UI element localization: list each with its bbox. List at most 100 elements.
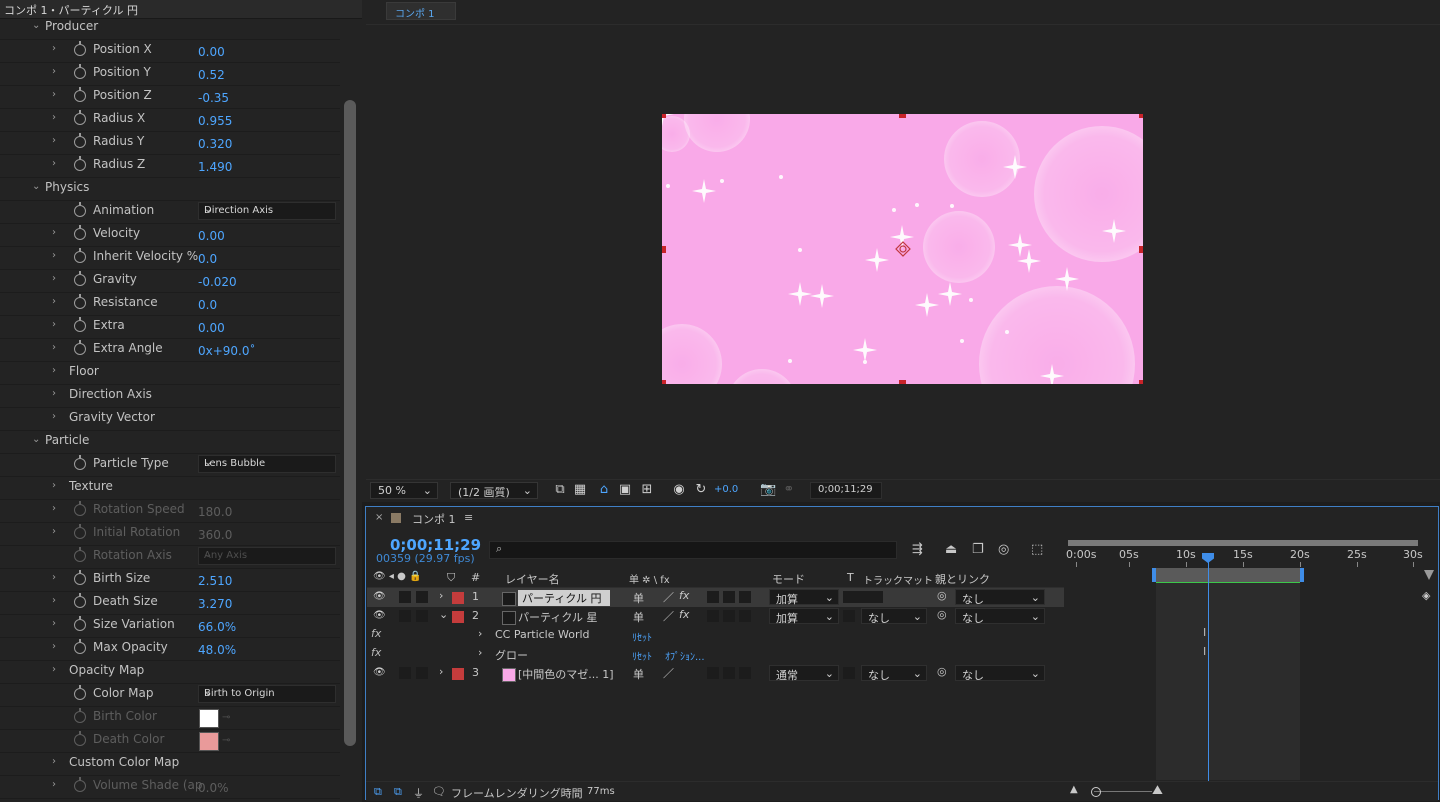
solo-switch[interactable] — [416, 610, 428, 622]
effect-row[interactable]: fx › グロー ﾘｾｯﾄ ｵﾌﾟｼｮﾝ... — [367, 645, 1064, 664]
property-row[interactable]: › Opacity Map — [0, 660, 340, 684]
blend-mode-dropdown[interactable]: 加算 ⌄ — [769, 608, 839, 625]
color-channels-icon[interactable]: ◉ — [672, 483, 686, 497]
camera-icon[interactable]: 📷 — [760, 483, 776, 497]
parent-dropdown[interactable]: なし ⌄ — [955, 589, 1045, 606]
transform-handle[interactable] — [662, 114, 666, 118]
property-row[interactable]: ⌄ Physics — [0, 177, 340, 201]
snapshot-region-icon[interactable]: ⧉ — [553, 483, 567, 497]
chevron-right-icon[interactable]: › — [52, 527, 62, 537]
property-row[interactable]: › Max Opacity 48.0% — [0, 637, 340, 661]
property-value[interactable]: 0.955 — [198, 114, 232, 128]
chevron-right-icon[interactable]: › — [52, 251, 62, 261]
eye-icon[interactable]: 👁 — [373, 591, 386, 603]
property-row[interactable]: › Gravity -0.020 — [0, 269, 340, 293]
stopwatch-icon[interactable] — [74, 593, 86, 608]
effect-row[interactable]: fx › CC Particle World ﾘｾｯﾄ — [367, 626, 1064, 645]
audio-switch[interactable] — [399, 610, 411, 622]
grid-icon[interactable]: ⊞ — [640, 483, 654, 497]
toggle-switches-icon[interactable]: ⧉ — [374, 785, 382, 799]
chevron-right-icon[interactable]: › — [52, 343, 62, 353]
property-dropdown[interactable]: Direction Axis ⌄ — [198, 202, 336, 220]
chevron-right-icon[interactable]: › — [52, 481, 62, 491]
property-row[interactable]: › Inherit Velocity % 0.0 — [0, 246, 340, 270]
pickwhip-icon[interactable]: ◎ — [937, 589, 947, 602]
transform-handle[interactable] — [662, 380, 666, 384]
layer-search-input[interactable]: ⌕ — [489, 541, 897, 559]
motion-blur-switch[interactable] — [707, 591, 719, 603]
property-row[interactable]: › Texture — [0, 476, 340, 500]
stopwatch-icon[interactable] — [74, 202, 86, 217]
stopwatch-icon[interactable] — [74, 41, 86, 56]
chevron-right-icon[interactable]: › — [52, 228, 62, 238]
effect-panel-scrollbar[interactable] — [344, 100, 356, 746]
layer-row[interactable]: 👁 › 3 [中間色のマゼ... 1] 单 ／ 通常 ⌄ なし ⌄ ◎ なし ⌄ — [367, 664, 1064, 683]
time-ruler[interactable]: 0:00s 05s 10s 15s 20s 25s 30s — [1066, 546, 1423, 567]
property-row[interactable]: › Resistance 0.0 — [0, 292, 340, 316]
solo-switch[interactable] — [416, 667, 428, 679]
chevron-right-icon[interactable]: › — [439, 589, 443, 602]
safe-margins-icon[interactable]: ▣ — [618, 483, 632, 497]
audio-icon[interactable]: 🗨 — [432, 785, 446, 798]
eye-icon[interactable]: 👁 — [373, 667, 386, 679]
property-row[interactable]: › Floor — [0, 361, 340, 385]
draft-3d-icon[interactable]: ⏏ — [945, 542, 957, 557]
blend-mode-dropdown[interactable]: 通常 ⌄ — [769, 665, 839, 682]
solo-switch[interactable] — [416, 591, 428, 603]
stopwatch-icon[interactable] — [74, 110, 86, 125]
label-color-chip[interactable] — [452, 668, 464, 680]
stopwatch-icon[interactable] — [74, 87, 86, 102]
property-row[interactable]: › Rotation Speed 180.0 — [0, 499, 340, 523]
property-value[interactable]: 0.0 — [198, 252, 217, 266]
property-value[interactable]: 0.320 — [198, 137, 232, 151]
property-value[interactable]: 1.490 — [198, 160, 232, 174]
property-row[interactable]: ⌄ Particle — [0, 430, 340, 454]
blend-mode-dropdown[interactable]: 加算 ⌄ — [769, 589, 839, 606]
timeline-tab-label[interactable]: コンポ 1 — [412, 511, 456, 527]
transparency-grid-icon[interactable]: ▦ — [573, 483, 587, 497]
chevron-down-icon[interactable]: ⌄ — [32, 21, 42, 31]
chevron-right-icon[interactable]: › — [52, 665, 62, 675]
playhead[interactable] — [1208, 553, 1209, 782]
preserve-transparency-box[interactable] — [843, 667, 855, 679]
chevron-right-icon[interactable]: › — [52, 90, 62, 100]
property-row[interactable]: Birth Color ⊸ — [0, 706, 340, 730]
chevron-right-icon[interactable]: › — [52, 596, 62, 606]
stopwatch-icon[interactable] — [74, 317, 86, 332]
shy-switch-icon[interactable]: 单 — [633, 609, 644, 625]
transform-handle[interactable] — [1139, 114, 1143, 118]
column-layer-name[interactable]: レイヤー名 — [505, 571, 560, 587]
property-value[interactable]: 3.270 — [198, 597, 232, 611]
chevron-down-icon[interactable]: ⌄ — [32, 182, 42, 192]
composition-canvas[interactable] — [662, 114, 1143, 384]
effect-reset-link[interactable]: ﾘｾｯﾄ — [632, 648, 652, 663]
fx-switch-icon[interactable]: fx — [679, 608, 689, 621]
motion-blur-switch[interactable] — [707, 610, 719, 622]
quality-switch-icon[interactable]: ／ — [663, 589, 674, 605]
property-row[interactable]: › Birth Size 2.510 — [0, 568, 340, 592]
label-color-chip[interactable] — [452, 592, 464, 604]
property-row[interactable]: Particle Type Lens Bubble ⌄ — [0, 453, 340, 477]
3d-switch[interactable] — [739, 591, 751, 603]
chevron-right-icon[interactable]: › — [52, 366, 62, 376]
property-value[interactable]: 0.00 — [198, 229, 225, 243]
stopwatch-icon[interactable] — [74, 294, 86, 309]
adjustment-switch[interactable] — [723, 667, 735, 679]
zoom-dropdown[interactable]: 50 % ⌄ — [370, 482, 438, 499]
zoom-out-icon[interactable]: ▲ — [1070, 784, 1078, 795]
property-row[interactable]: › Velocity 0.00 — [0, 223, 340, 247]
chevron-right-icon[interactable]: › — [52, 159, 62, 169]
resolution-dropdown[interactable]: (1/2 画質) ⌄ — [450, 482, 538, 499]
fx-icon[interactable]: fx — [371, 627, 381, 640]
property-value[interactable]: 2.510 — [198, 574, 232, 588]
chevron-right-icon[interactable]: › — [52, 136, 62, 146]
pickwhip-icon[interactable]: ◎ — [937, 608, 947, 621]
fx-icon[interactable]: fx — [371, 646, 381, 659]
stopwatch-icon[interactable] — [74, 156, 86, 171]
chevron-right-icon[interactable]: › — [52, 573, 62, 583]
chevron-right-icon[interactable]: › — [52, 642, 62, 652]
stopwatch-icon[interactable] — [74, 639, 86, 654]
layer-name[interactable]: [中間色のマゼ... 1] — [518, 666, 614, 682]
property-row[interactable]: › Radius Z 1.490 — [0, 154, 340, 178]
parent-dropdown[interactable]: なし ⌄ — [955, 665, 1045, 682]
